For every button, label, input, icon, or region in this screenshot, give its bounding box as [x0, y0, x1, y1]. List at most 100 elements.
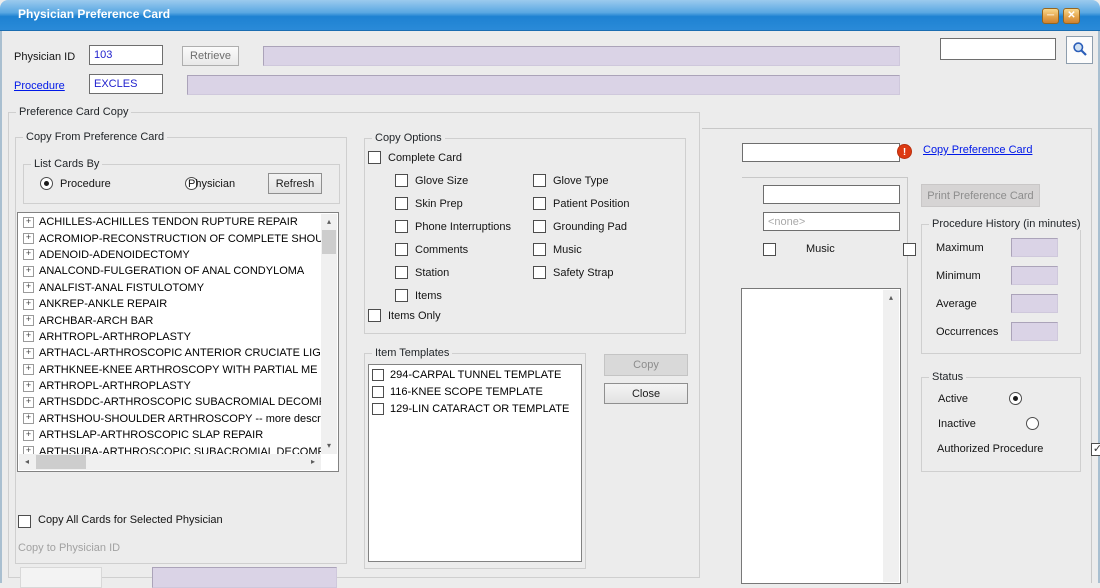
expand-icon[interactable]: + [23, 233, 34, 244]
tree-item[interactable]: + ANALCOND-FULGERATION OF ANAL CONDYLOMA [19, 263, 321, 279]
expand-icon[interactable]: + [23, 381, 34, 392]
tree-item[interactable]: + ANKREP-ANKLE REPAIR [19, 296, 321, 312]
copy-option-checkbox[interactable] [533, 220, 546, 233]
status-inactive-radio[interactable] [1026, 417, 1039, 430]
copy-button[interactable]: Copy [604, 354, 688, 376]
horizontal-scroll-thumb[interactable] [36, 455, 86, 469]
procedure-input[interactable] [89, 74, 163, 94]
status-active-label: Active [938, 393, 968, 405]
tree-item[interactable]: + ADENOID-ADENOIDECTOMY [19, 247, 321, 263]
expand-icon[interactable]: + [23, 315, 34, 326]
copy-option: Glove Type [533, 169, 629, 192]
expand-icon[interactable]: + [23, 397, 34, 408]
scroll-up-icon[interactable]: ▴ [321, 214, 337, 230]
copy-option-checkbox[interactable] [395, 220, 408, 233]
items-listbox[interactable]: ▴ [741, 288, 901, 584]
tree-item[interactable]: + ARCHBAR-ARCH BAR [19, 312, 321, 328]
item-template-row[interactable]: 129-LIN CATARACT OR TEMPLATE [369, 401, 581, 416]
scroll-up-icon[interactable]: ▴ [883, 290, 899, 306]
expand-icon[interactable]: + [23, 364, 34, 375]
detail-field-1[interactable] [763, 185, 900, 204]
print-preference-card-button[interactable]: Print Preference Card [921, 184, 1040, 207]
detail-field-2[interactable] [763, 212, 900, 231]
item-template-row[interactable]: 294-CARPAL TUNNEL TEMPLATE [369, 367, 581, 382]
minimize-button[interactable]: ─ [1042, 8, 1059, 24]
vertical-scroll-thumb[interactable] [322, 230, 336, 254]
preference-card-tree[interactable]: + ACHILLES-ACHILLES TENDON RUPTURE REPAI… [17, 212, 339, 472]
procedure-history-row-label: Maximum [936, 242, 1011, 254]
scroll-down-icon[interactable]: ▾ [321, 438, 337, 454]
expand-icon[interactable]: + [23, 249, 34, 260]
item-templates-listbox[interactable]: 294-CARPAL TUNNEL TEMPLATE 116-KNEE SCOP… [368, 364, 582, 562]
copy-option-checkbox[interactable] [395, 174, 408, 187]
tree-item[interactable]: + ARTHSDDC-ARTHROSCOPIC SUBACROMIAL DECO… [19, 394, 321, 410]
tree-item[interactable]: + ARTHSLAP-ARTHROSCOPIC SLAP REPAIR [19, 427, 321, 443]
physician-id-input[interactable] [89, 45, 163, 65]
expand-icon[interactable]: + [23, 331, 34, 342]
tree-item[interactable]: + ARTHSHOU-SHOULDER ARTHROSCOPY -- more … [19, 411, 321, 427]
tree-item[interactable]: + ACROMIOP-RECONSTRUCTION OF COMPLETE SH… [19, 230, 321, 246]
right-groupbox-top-border [702, 128, 1091, 129]
copy-all-cards-checkbox[interactable] [18, 515, 31, 528]
expand-icon[interactable]: + [23, 348, 34, 359]
copy-option-checkbox[interactable] [395, 289, 408, 302]
complete-card-checkbox[interactable] [368, 151, 381, 164]
expand-icon[interactable]: + [23, 217, 34, 228]
search-button[interactable] [1066, 36, 1093, 64]
retrieve-button[interactable]: Retrieve [182, 46, 239, 66]
item-template-checkbox[interactable] [372, 386, 384, 398]
tree-vertical-scrollbar[interactable]: ▴ ▾ [321, 214, 337, 454]
copy-preference-card-link[interactable]: Copy Preference Card [923, 144, 1032, 156]
music-left-checkbox[interactable] [763, 243, 776, 256]
expand-icon[interactable]: + [23, 282, 34, 293]
scroll-left-icon[interactable]: ◂ [19, 454, 35, 470]
expand-icon[interactable]: + [23, 299, 34, 310]
card-name-input[interactable] [742, 143, 900, 162]
copy-option-checkbox[interactable] [533, 174, 546, 187]
procedure-link[interactable]: Procedure [14, 80, 65, 92]
item-template-checkbox[interactable] [372, 403, 384, 415]
tree-item[interactable]: + ARTHKNEE-KNEE ARTHROSCOPY WITH PARTIAL… [19, 362, 321, 378]
copy-option-checkbox[interactable] [395, 266, 408, 279]
copy-option-checkbox[interactable] [395, 243, 408, 256]
copy-to-physician-id-field [20, 567, 102, 588]
items-only-checkbox[interactable] [368, 309, 381, 322]
copy-option-checkbox[interactable] [395, 197, 408, 210]
close-button[interactable]: Close [604, 383, 688, 404]
copy-option-label: Comments [415, 244, 468, 256]
item-template-label: 116-KNEE SCOPE TEMPLATE [390, 386, 543, 398]
item-template-row[interactable]: 116-KNEE SCOPE TEMPLATE [369, 384, 581, 399]
refresh-button[interactable]: Refresh [268, 173, 322, 194]
list-by-procedure-radio[interactable] [40, 177, 53, 190]
expand-icon[interactable]: + [23, 413, 34, 424]
search-input[interactable] [940, 38, 1056, 60]
scroll-right-icon[interactable]: ▸ [305, 454, 321, 470]
item-template-checkbox[interactable] [372, 369, 384, 381]
items-list-scrollbar[interactable]: ▴ [883, 290, 899, 582]
tree-item[interactable]: + ACHILLES-ACHILLES TENDON RUPTURE REPAI… [19, 214, 321, 230]
expand-icon[interactable]: + [23, 266, 34, 277]
expand-icon[interactable]: + [23, 446, 34, 454]
copy-option-checkbox[interactable] [533, 266, 546, 279]
tree-item[interactable]: + ANALFIST-ANAL FISTULOTOMY [19, 280, 321, 296]
authorized-procedure-checkbox[interactable] [1091, 443, 1100, 456]
expand-icon[interactable]: + [23, 430, 34, 441]
tree-item-label: ARTHSHOU-SHOULDER ARTHROSCOPY -- more de… [39, 413, 321, 425]
tree-horizontal-scrollbar[interactable]: ◂ ▸ [19, 454, 321, 470]
copy-options-right-column: Glove Type Patient Position Grounding Pa… [533, 169, 629, 284]
tree-item[interactable]: + ARTHROPL-ARTHROPLASTY [19, 378, 321, 394]
item-template-label: 129-LIN CATARACT OR TEMPLATE [390, 403, 569, 415]
close-button[interactable]: ✕ [1063, 8, 1080, 24]
procedure-history-group: Procedure History (in minutes) Maximum M… [921, 224, 1081, 354]
copy-option-checkbox[interactable] [533, 243, 546, 256]
music-right-checkbox[interactable] [903, 243, 916, 256]
procedure-history-row: Maximum [936, 238, 1074, 257]
status-active-radio[interactable] [1009, 392, 1022, 405]
tree-item[interactable]: + ARTHSUBA-ARTHROSCOPIC SUBACROMIAL DECO… [19, 443, 321, 454]
tree-item[interactable]: + ARHTROPL-ARTHROPLASTY [19, 329, 321, 345]
copy-option-label: Items [415, 290, 442, 302]
tree-item-label: ACROMIOP-RECONSTRUCTION OF COMPLETE SHOU [39, 233, 321, 245]
copy-option-checkbox[interactable] [533, 197, 546, 210]
tree-item[interactable]: + ARTHACL-ARTHROSCOPIC ANTERIOR CRUCIATE… [19, 345, 321, 361]
copy-to-physician-id-label: Copy to Physician ID [18, 542, 120, 554]
